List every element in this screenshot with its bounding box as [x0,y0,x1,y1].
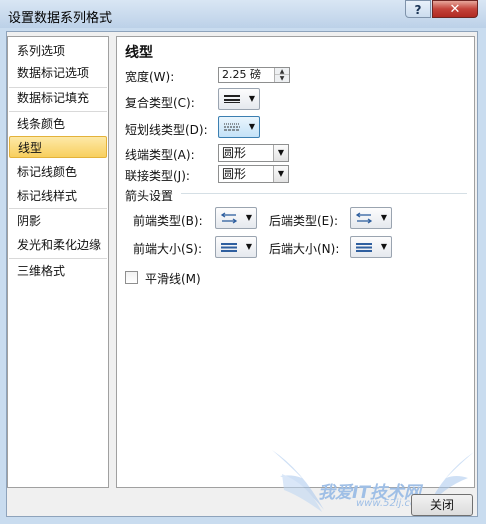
close-button[interactable]: 关闭 [411,494,473,516]
sidebar-item-shadow[interactable]: 阴影 [9,210,107,232]
cap-type-value: 圆形 [222,146,247,160]
end-type-dropdown[interactable]: ▼ [350,207,392,229]
end-size-label: 后端大小(N): [269,242,340,256]
sidebar-item-marker-line-color[interactable]: 标记线颜色 [9,161,107,183]
spin-up-icon[interactable]: ▲ [275,68,289,75]
compound-lines-icon [224,95,240,103]
sidebar-item-line-style[interactable]: 线型 [9,136,107,158]
arrow-type-icon [355,212,373,224]
sidebar-item-glow-soft-edges[interactable]: 发光和柔化边缘 [9,234,107,256]
cap-type-select[interactable]: 圆形 ▼ [218,144,289,162]
help-button[interactable]: ? [405,0,431,18]
smoothed-line-label[interactable]: 平滑线(M) [145,270,201,287]
sidebar-item-series-options[interactable]: 系列选项 [9,40,107,62]
chevron-down-icon: ▼ [380,242,387,251]
begin-type-dropdown[interactable]: ▼ [215,207,257,229]
dash-type-label: 短划线类型(D): [125,123,208,137]
begin-size-dropdown[interactable]: ▼ [215,236,257,258]
dash-type-dropdown[interactable]: ▼ [218,116,260,138]
sidebar-item-line-color[interactable]: 线条颜色 [9,113,107,135]
arrow-type-icon [220,212,238,224]
compound-type-label: 复合类型(C): [125,96,195,110]
width-label: 宽度(W): [125,70,175,84]
join-type-value: 圆形 [222,167,247,181]
window-close-button[interactable]: ✕ [432,0,478,18]
arrow-settings-label: 箭头设置 [125,189,174,203]
title-bar: 设置数据系列格式 ? ✕ [0,0,486,28]
chevron-down-icon: ▼ [380,213,387,222]
arrow-size-icon [356,243,372,252]
sidebar-item-3d-format[interactable]: 三维格式 [9,260,107,282]
arrow-size-icon [221,243,237,252]
dialog-title: 设置数据系列格式 [8,11,113,26]
end-type-label: 后端类型(E): [269,214,338,228]
begin-size-label: 前端大小(S): [133,242,203,256]
smoothed-line-checkbox[interactable] [125,271,138,284]
chevron-down-icon: ▼ [248,122,255,131]
width-spinner[interactable]: 2.25 磅 ▲ ▼ [218,67,290,83]
end-size-dropdown[interactable]: ▼ [350,236,392,258]
sidebar-divider [9,111,107,112]
sidebar-item-marker-fill[interactable]: 数据标记填充 [9,87,107,109]
spin-down-icon[interactable]: ▼ [275,75,289,82]
join-type-label: 联接类型(J): [125,169,190,183]
panel-heading: 线型 [125,45,153,61]
dialog-window: 设置数据系列格式 ? ✕ 系列选项 数据标记选项 数据标记填充 线条颜色 线型 … [0,0,486,524]
chevron-down-icon[interactable]: ▼ [273,145,288,161]
width-value[interactable]: 2.25 磅 [222,68,261,82]
section-divider [181,193,467,194]
sidebar-divider [9,208,107,209]
category-list: 系列选项 数据标记选项 数据标记填充 线条颜色 线型 标记线颜色 标记线样式 阴… [7,36,109,488]
begin-type-label: 前端类型(B): [133,214,203,228]
sidebar-item-marker-options[interactable]: 数据标记选项 [9,62,107,84]
line-style-panel: 线型 宽度(W): 2.25 磅 ▲ ▼ 复合类型(C): ▼ 短划线类型(D)… [116,36,475,488]
compound-type-dropdown[interactable]: ▼ [218,88,260,110]
cap-type-label: 线端类型(A): [125,148,195,162]
join-type-select[interactable]: 圆形 ▼ [218,165,289,183]
spinner-buttons: ▲ ▼ [274,68,289,82]
dash-lines-icon [224,123,240,131]
chevron-down-icon: ▼ [245,213,252,222]
chevron-down-icon[interactable]: ▼ [273,166,288,182]
chevron-down-icon: ▼ [245,242,252,251]
chevron-down-icon: ▼ [248,94,255,103]
sidebar-divider [9,258,107,259]
sidebar-item-marker-line-style[interactable]: 标记线样式 [9,185,107,207]
